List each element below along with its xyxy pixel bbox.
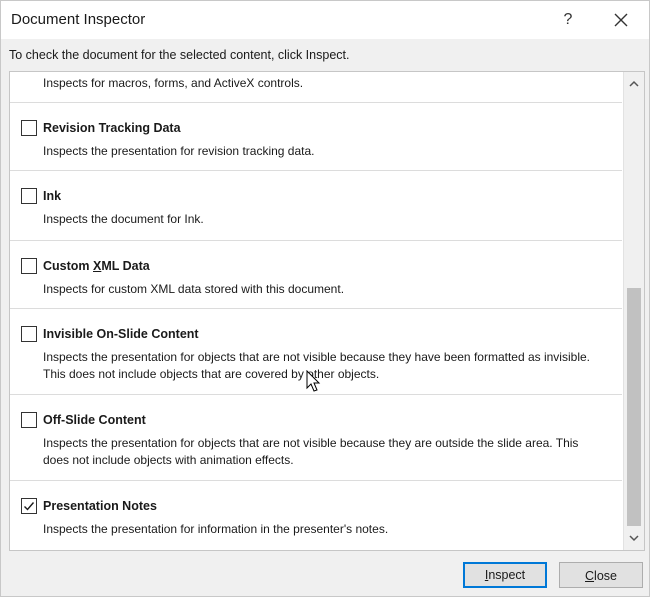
- chevron-up-icon: [629, 80, 639, 87]
- list-item-revision-tracking: Revision Tracking Data Inspects the pres…: [10, 103, 622, 171]
- item-title: Invisible On-Slide Content: [43, 327, 199, 341]
- inspection-options-list[interactable]: Inspects for macros, forms, and ActiveX …: [9, 71, 645, 551]
- item-description: Inspects the presentation for objects th…: [43, 436, 579, 467]
- item-description: Inspects the presentation for objects th…: [43, 350, 590, 381]
- close-button[interactable]: Close: [559, 562, 643, 588]
- item-description: Inspects the presentation for revision t…: [43, 144, 315, 158]
- item-title: Ink: [43, 189, 62, 203]
- custom-xml-checkbox[interactable]: [21, 258, 37, 274]
- list-item-presentation-notes: Presentation Notes Inspects the presenta…: [10, 481, 622, 550]
- title-part: Custom: [43, 259, 93, 273]
- item-description: Inspects for custom XML data stored with…: [43, 282, 345, 296]
- list-item-macros: Inspects for macros, forms, and ActiveX …: [10, 72, 622, 103]
- item-title: Custom XML Data: [43, 259, 150, 273]
- chevron-down-icon: [629, 535, 639, 542]
- close-window-button[interactable]: [606, 5, 636, 35]
- item-title: Presentation Notes: [43, 499, 157, 513]
- close-icon: [614, 13, 628, 27]
- window-title: Document Inspector: [11, 11, 146, 28]
- close-accelerator: C: [585, 569, 595, 583]
- close-label: lose: [594, 569, 617, 583]
- checkmark-icon: [24, 502, 35, 511]
- title-part: ML Data: [101, 259, 150, 273]
- vertical-scrollbar[interactable]: [623, 72, 644, 550]
- item-title: Off-Slide Content: [43, 413, 146, 427]
- help-button[interactable]: ?: [554, 5, 582, 35]
- scroll-thumb[interactable]: [627, 288, 641, 526]
- item-description: Inspects the presentation for informatio…: [43, 522, 389, 536]
- scroll-up-button[interactable]: [624, 74, 644, 94]
- presentation-notes-checkbox[interactable]: [21, 498, 37, 514]
- list-item-off-slide: Off-Slide Content Inspects the presentat…: [10, 395, 622, 481]
- item-title: Revision Tracking Data: [43, 121, 181, 135]
- item-description: Inspects the document for Ink.: [43, 212, 204, 226]
- revision-tracking-checkbox[interactable]: [21, 120, 37, 136]
- inspect-button[interactable]: Inspect: [463, 562, 547, 588]
- inspect-label: nspect: [488, 568, 526, 582]
- item-description: Inspects for macros, forms, and ActiveX …: [43, 76, 304, 90]
- ink-checkbox[interactable]: [21, 188, 37, 204]
- document-inspector-dialog: Document Inspector ? To check the docume…: [0, 0, 650, 597]
- list-item-ink: Ink Inspects the document for Ink.: [10, 171, 622, 241]
- title-bar: Document Inspector ?: [1, 1, 649, 39]
- scroll-down-button[interactable]: [624, 528, 644, 548]
- invisible-on-slide-checkbox[interactable]: [21, 326, 37, 342]
- off-slide-checkbox[interactable]: [21, 412, 37, 428]
- instruction-text: To check the document for the selected c…: [9, 48, 350, 62]
- list-item-custom-xml: Custom XML Data Inspects for custom XML …: [10, 241, 622, 309]
- mouse-pointer-icon: [306, 370, 321, 392]
